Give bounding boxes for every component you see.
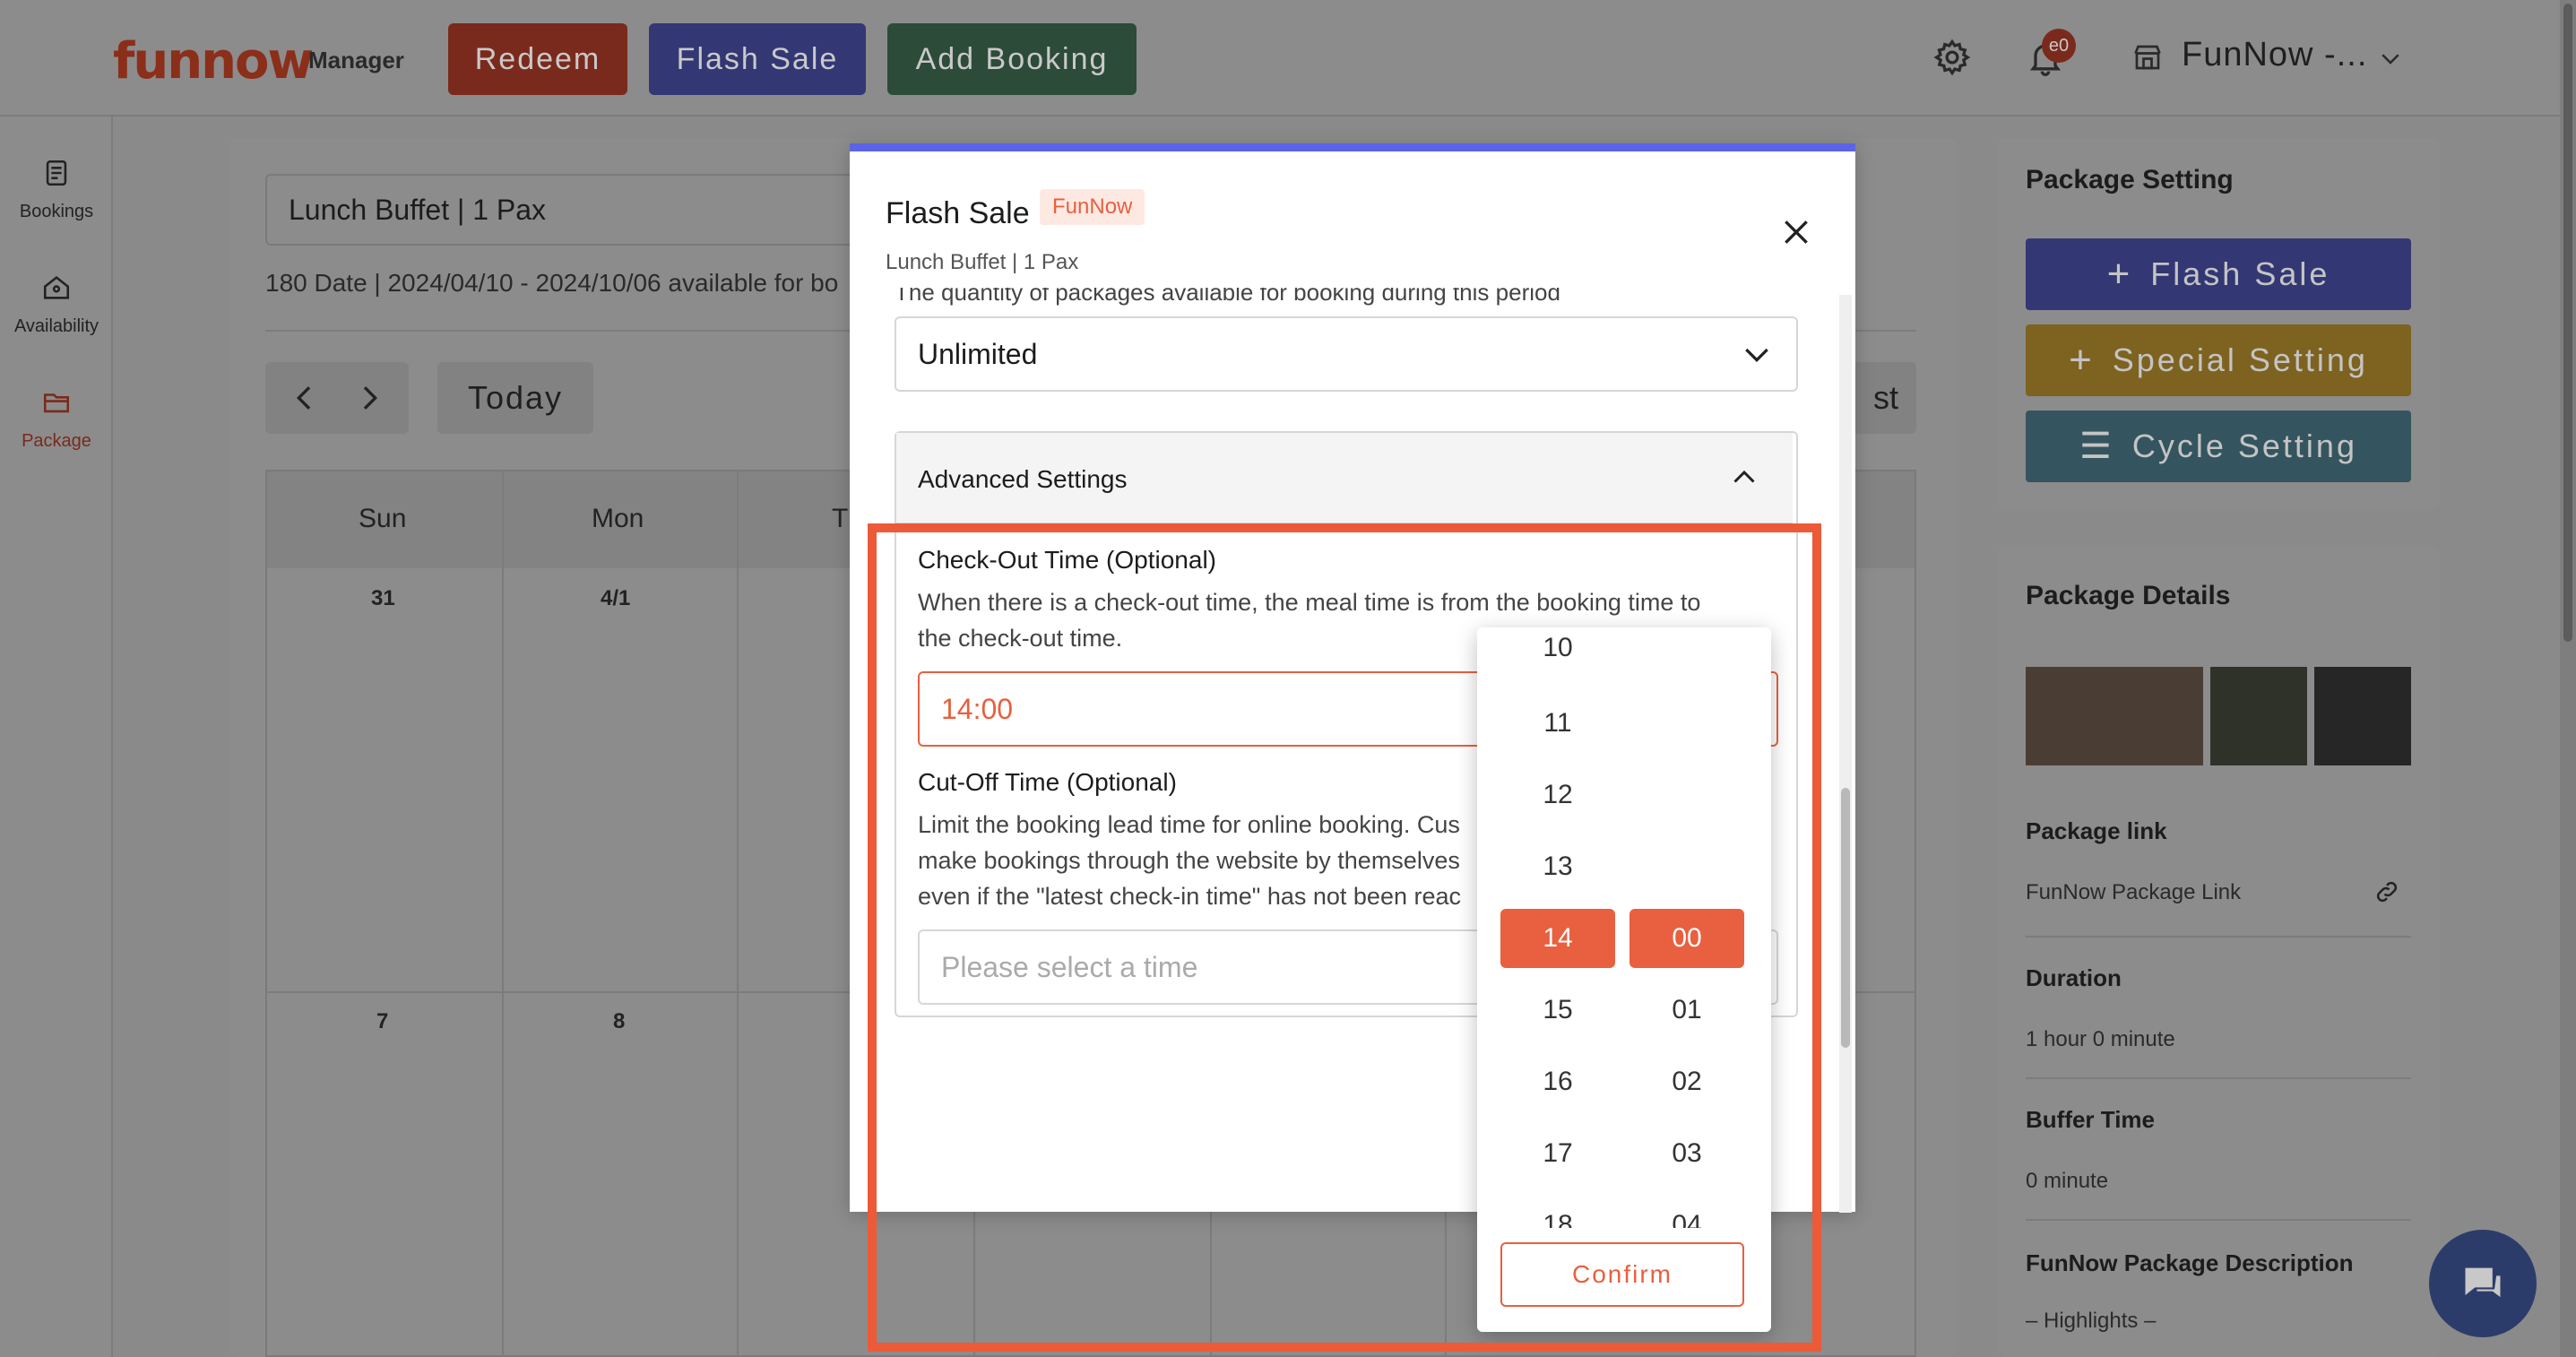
advanced-settings-header[interactable]: Advanced Settings: [896, 433, 1793, 524]
quantity-value: Unlimited: [918, 338, 1038, 370]
chevron-left-icon[interactable]: [287, 380, 323, 416]
chat-button[interactable]: [2429, 1230, 2537, 1337]
modal-scrollbar-thumb[interactable]: [1841, 788, 1850, 1048]
date-info-text: 180 Date | 2024/04/10 - 2024/10/06 avail…: [265, 269, 839, 297]
buffer-time-value: 0 minute: [2026, 1169, 2109, 1193]
duration-value: 1 hour 0 minute: [2026, 1027, 2175, 1051]
quantity-select[interactable]: Unlimited: [895, 316, 1798, 392]
calendar-date[interactable]: 4/1: [601, 586, 630, 611]
cycle-setting-label: Cycle Setting: [2131, 428, 2357, 464]
duration-label: Duration: [2026, 964, 2122, 991]
flash-sale-label: Flash Sale: [2150, 255, 2330, 292]
link-icon[interactable]: [2373, 878, 2400, 905]
sidebar-item-package[interactable]: Package: [0, 387, 113, 452]
weekday-label: Mon: [592, 504, 644, 533]
buffer-time-label: Buffer Time: [2026, 1106, 2155, 1133]
package-photo[interactable]: [2314, 667, 2411, 765]
chevron-right-icon[interactable]: [351, 380, 387, 416]
package-setting-title: Package Setting: [2026, 165, 2234, 194]
modal-title: Flash Sale: [886, 196, 1030, 230]
folder-icon: [0, 387, 113, 426]
today-button[interactable]: Today: [437, 362, 593, 434]
flash-sale-button[interactable]: + Flash Sale: [2026, 238, 2411, 310]
package-details-title: Package Details: [2026, 581, 2231, 610]
calendar-date[interactable]: 7: [376, 1009, 388, 1034]
divider: [2026, 936, 2411, 938]
notification-badge: e0: [2042, 29, 2076, 63]
special-setting-button[interactable]: + Special Setting: [2026, 324, 2411, 396]
modal-subtitle: Lunch Buffet | 1 Pax: [886, 250, 1079, 274]
chat-icon: [2458, 1260, 2508, 1307]
weekday-label: T: [832, 504, 849, 533]
divider: [2026, 1219, 2411, 1221]
special-setting-label: Special Setting: [2112, 341, 2368, 378]
flash-sale-header-button[interactable]: Flash Sale: [649, 23, 866, 95]
page-scrollbar[interactable]: [2560, 0, 2576, 1357]
quantity-hint: The quantity of packages available for b…: [895, 288, 1560, 306]
chevron-down-icon: [1739, 336, 1775, 372]
list-icon: ☰: [2079, 427, 2114, 466]
house-icon: [0, 272, 113, 311]
sidebar-item-bookings[interactable]: Bookings: [0, 158, 113, 222]
calendar-date[interactable]: 31: [371, 586, 395, 611]
add-booking-button[interactable]: Add Booking: [887, 23, 1137, 95]
grid-line: [737, 470, 739, 1357]
description-value: – Highlights –: [2026, 1309, 2157, 1333]
page-scrollbar-thumb[interactable]: [2563, 4, 2572, 642]
package-link-value[interactable]: FunNow Package Link: [2026, 880, 2241, 905]
modal-scrollbar[interactable]: [1839, 295, 1852, 1213]
sidebar-item-label: Bookings: [19, 202, 94, 221]
calendar-nav-group: [265, 362, 409, 434]
plus-icon: +: [2106, 252, 2133, 296]
highlight-annotation-box: [868, 523, 1821, 1352]
store-name[interactable]: FunNow -...: [2182, 36, 2367, 74]
description-label: FunNow Package Description: [2026, 1249, 2354, 1276]
chevron-up-icon[interactable]: [1728, 462, 1760, 494]
package-photo[interactable]: [2210, 667, 2307, 765]
divider: [2026, 1077, 2411, 1079]
sidebar-item-label: Package: [22, 431, 91, 451]
logo-manager-label: Manager: [308, 47, 404, 73]
package-select-value: Lunch Buffet | 1 Pax: [289, 194, 547, 226]
gear-icon[interactable]: [1932, 38, 1972, 77]
funnow-badge: FunNow: [1040, 189, 1145, 225]
document-icon: [0, 158, 113, 196]
weekday-label: Sun: [359, 504, 407, 533]
cycle-setting-button[interactable]: ☰ Cycle Setting: [2026, 411, 2411, 482]
chevron-down-icon[interactable]: [2375, 45, 2406, 72]
funnow-logo[interactable]: funnow: [113, 32, 314, 91]
package-photo[interactable]: [2026, 667, 2203, 765]
sidebar-item-availability[interactable]: Availability: [0, 272, 113, 337]
plus-icon: +: [2069, 338, 2095, 382]
close-icon[interactable]: [1778, 214, 1814, 250]
package-link-label: Package link: [2026, 817, 2167, 844]
sidebar-item-label: Availability: [13, 316, 99, 336]
redeem-button[interactable]: Redeem: [448, 23, 627, 95]
store-icon: [2131, 41, 2164, 73]
grid-line: [502, 470, 504, 1357]
advanced-settings-title: Advanced Settings: [918, 465, 1128, 493]
calendar-date[interactable]: 8: [613, 1009, 625, 1034]
